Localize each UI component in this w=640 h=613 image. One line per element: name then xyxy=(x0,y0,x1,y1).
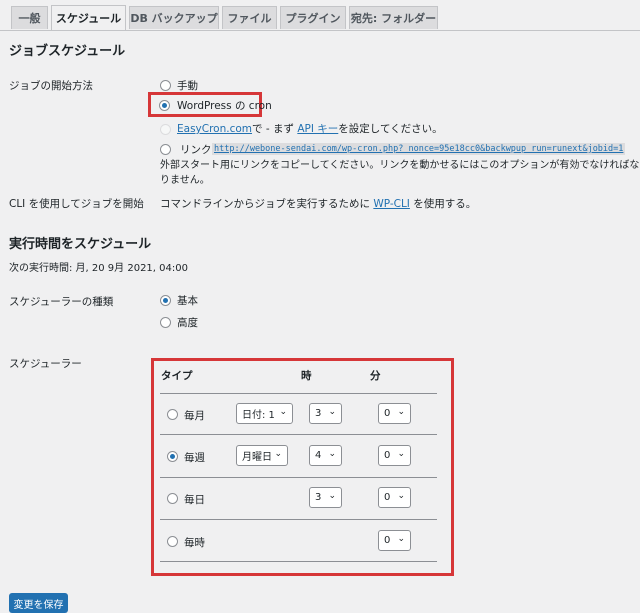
start-method-label: ジョブの開始方法 xyxy=(9,80,93,92)
chevron-down-icon: ⌄ xyxy=(397,407,405,417)
run-schedule-heading: 実行時間をスケジュール xyxy=(9,237,152,252)
type-advanced-label: 高度 xyxy=(177,317,198,329)
radio-manual[interactable] xyxy=(160,80,171,91)
tab-general[interactable]: 一般 xyxy=(11,6,48,29)
scheduler-label: スケジューラー xyxy=(9,358,82,370)
cli-text: コマンドラインからジョブを実行するために WP-CLI を使用する。 xyxy=(160,196,476,211)
easycron-tail-text: を設定してください。 xyxy=(338,123,443,135)
api-key-link[interactable]: API キー xyxy=(297,123,338,135)
daily-min-select[interactable]: 0 ⌄ xyxy=(378,487,411,508)
radio-wpcron[interactable] xyxy=(159,100,170,111)
daily-hour-select[interactable]: 3 ⌄ xyxy=(309,487,342,508)
monthly-day-value: 日付: 1 xyxy=(242,410,275,421)
easycron-mid-text: で - まず xyxy=(252,123,294,135)
weekly-hour-value: 4 xyxy=(315,450,322,461)
tab-files[interactable]: ファイル xyxy=(222,6,277,29)
monthly-min-select[interactable]: 0 ⌄ xyxy=(378,403,411,424)
daily-hour-value: 3 xyxy=(315,492,322,503)
monthly-day-select[interactable]: 日付: 1 ⌄ xyxy=(236,403,293,424)
chevron-down-icon: ⌄ xyxy=(397,534,405,544)
option-manual-label: 手動 xyxy=(177,80,198,92)
cli-label: CLI を使用してジョブを開始 xyxy=(9,198,144,210)
chevron-down-icon: ⌄ xyxy=(397,491,405,501)
chevron-down-icon: ⌄ xyxy=(328,407,336,417)
weekly-min-select[interactable]: 0 ⌄ xyxy=(378,445,411,466)
radio-link[interactable] xyxy=(160,144,171,155)
chevron-down-icon: ⌄ xyxy=(279,407,287,417)
tab-schedule[interactable]: スケジュール xyxy=(51,5,126,30)
daily-min-value: 0 xyxy=(384,492,391,503)
cli-text-post: を使用する。 xyxy=(413,198,477,210)
weekly-hour-select[interactable]: 4 ⌄ xyxy=(309,445,342,466)
link-note: 外部スタート用にリンクをコピーしてください。リンクを動かせるにはこのオプションが… xyxy=(160,160,640,186)
tab-bar: 一般 スケジュール DB バックアップ ファイル プラグイン 宛先: フォルダー xyxy=(0,0,640,31)
chevron-down-icon: ⌄ xyxy=(274,449,282,459)
monthly-min-value: 0 xyxy=(384,408,391,419)
radio-type-advanced[interactable] xyxy=(160,317,171,328)
tab-db-backup[interactable]: DB バックアップ xyxy=(129,6,219,29)
radio-monthly[interactable] xyxy=(167,409,178,420)
option-link-label: リンク xyxy=(180,144,212,156)
type-basic-label: 基本 xyxy=(177,295,198,307)
weekly-day-value: 月曜日 xyxy=(242,452,272,463)
monthly-label: 毎月 xyxy=(184,410,205,422)
chevron-down-icon: ⌄ xyxy=(328,449,336,459)
weekly-label: 毎週 xyxy=(184,452,205,464)
table-divider xyxy=(160,519,437,520)
daily-label: 毎日 xyxy=(184,494,205,506)
scheduler-type-label: スケジューラーの種類 xyxy=(9,296,114,308)
weekly-day-select[interactable]: 月曜日 ⌄ xyxy=(236,445,288,466)
table-divider xyxy=(160,393,437,394)
table-divider xyxy=(160,561,437,562)
hourly-min-select[interactable]: 0 ⌄ xyxy=(378,530,411,551)
run-link-url[interactable]: http://webone-sendai.com/wp-cron.php?_no… xyxy=(212,143,626,155)
option-wpcron-label: WordPress の cron xyxy=(177,100,272,112)
save-button[interactable]: 変更を保存 xyxy=(9,593,68,613)
weekly-min-value: 0 xyxy=(384,450,391,461)
hourly-label: 毎時 xyxy=(184,537,205,549)
radio-type-basic[interactable] xyxy=(160,295,171,306)
table-divider xyxy=(160,477,437,478)
next-run-time: 次の実行時間: 月, 20 9月 2021, 04:00 xyxy=(9,263,188,274)
tab-plugins[interactable]: プラグイン xyxy=(280,6,346,29)
tab-destination-folder[interactable]: 宛先: フォルダー xyxy=(349,6,438,29)
chevron-down-icon: ⌄ xyxy=(397,449,405,459)
monthly-hour-value: 3 xyxy=(315,408,322,419)
job-schedule-heading: ジョブスケジュール xyxy=(9,44,126,59)
cli-text-pre: コマンドラインからジョブを実行するために xyxy=(160,198,370,210)
radio-daily[interactable] xyxy=(167,493,178,504)
radio-easycron[interactable] xyxy=(160,124,171,135)
wp-cli-link[interactable]: WP-CLI xyxy=(373,198,410,210)
easycron-text: EasyCron.comで - まず API キーを設定してください。 xyxy=(177,121,443,136)
hourly-min-value: 0 xyxy=(384,535,391,546)
chevron-down-icon: ⌄ xyxy=(328,491,336,501)
table-divider xyxy=(160,434,437,435)
monthly-hour-select[interactable]: 3 ⌄ xyxy=(309,403,342,424)
radio-hourly[interactable] xyxy=(167,536,178,547)
col-type-header: タイプ xyxy=(161,370,193,382)
col-min-header: 分 xyxy=(370,370,381,382)
col-hour-header: 時 xyxy=(301,370,312,382)
easycron-link[interactable]: EasyCron.com xyxy=(177,123,252,135)
radio-weekly[interactable] xyxy=(167,451,178,462)
